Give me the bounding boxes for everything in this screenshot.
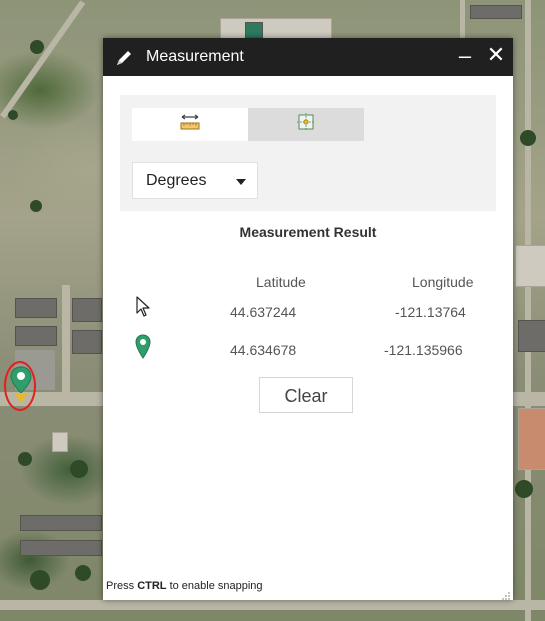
map-tree: [515, 480, 533, 498]
map-tree: [30, 40, 44, 54]
map-road: [460, 0, 465, 38]
map-tree: [18, 452, 32, 466]
snapping-hint-prefix: Press: [106, 580, 138, 592]
map-building: [20, 515, 102, 531]
map-road: [62, 285, 70, 395]
snapping-hint-key: CTRL: [137, 580, 167, 592]
resize-handle-icon[interactable]: [501, 588, 511, 600]
pencil-icon: [115, 49, 133, 67]
map-tree: [70, 460, 88, 478]
dialog-title: Measurement: [146, 48, 244, 65]
snapping-hint: Press CTRL to enable snapping: [106, 580, 263, 592]
tool-panel: Degrees: [120, 95, 496, 211]
measurement-result-heading: Measurement Result: [239, 224, 377, 240]
clear-button[interactable]: Clear: [259, 377, 353, 413]
longitude-column-header: Longitude: [412, 274, 474, 290]
map-road: [525, 0, 531, 621]
highlight-circle: [4, 361, 36, 411]
table-cell-latitude: 44.637244: [230, 304, 297, 320]
unit-dropdown[interactable]: Degrees: [132, 162, 258, 199]
map-building: [470, 5, 522, 19]
map-building: [15, 298, 57, 318]
map-road: [0, 600, 545, 610]
table-cell-longitude: -121.13764: [395, 304, 466, 320]
map-building: [72, 298, 102, 322]
table-cell-latitude: 44.634678: [230, 342, 297, 358]
map-building: [52, 432, 68, 452]
location-tool-button[interactable]: [248, 108, 364, 141]
measurement-dialog: Measurement – ✕ Degrees Measurement Resu…: [103, 38, 513, 600]
unit-selected-value: Degrees: [146, 172, 207, 189]
map-tree: [30, 570, 50, 590]
map-tree: [8, 110, 18, 120]
ruler-distance-icon: [179, 113, 201, 136]
minimize-button[interactable]: –: [454, 44, 476, 68]
map-building: [518, 320, 545, 352]
map-marker-icon: [135, 334, 151, 360]
cursor-icon: [135, 296, 151, 318]
map-building: [515, 245, 545, 287]
map-building: [15, 326, 57, 346]
map-building: [245, 22, 263, 38]
dialog-titlebar[interactable]: Measurement – ✕: [103, 38, 513, 76]
close-button[interactable]: ✕: [485, 42, 507, 68]
map-tree: [30, 200, 42, 212]
chevron-down-icon: [236, 179, 246, 185]
map-road: [0, 0, 86, 119]
map-tree: [520, 130, 536, 146]
map-building: [72, 330, 102, 354]
map-building: [518, 408, 545, 470]
table-cell-longitude: -121.135966: [384, 342, 463, 358]
distance-tool-button[interactable]: [132, 108, 248, 141]
location-coordinates-icon: [297, 113, 315, 136]
map-building: [20, 540, 102, 556]
latitude-column-header: Latitude: [256, 274, 306, 290]
snapping-hint-suffix: to enable snapping: [166, 580, 263, 592]
map-tree: [75, 565, 91, 581]
